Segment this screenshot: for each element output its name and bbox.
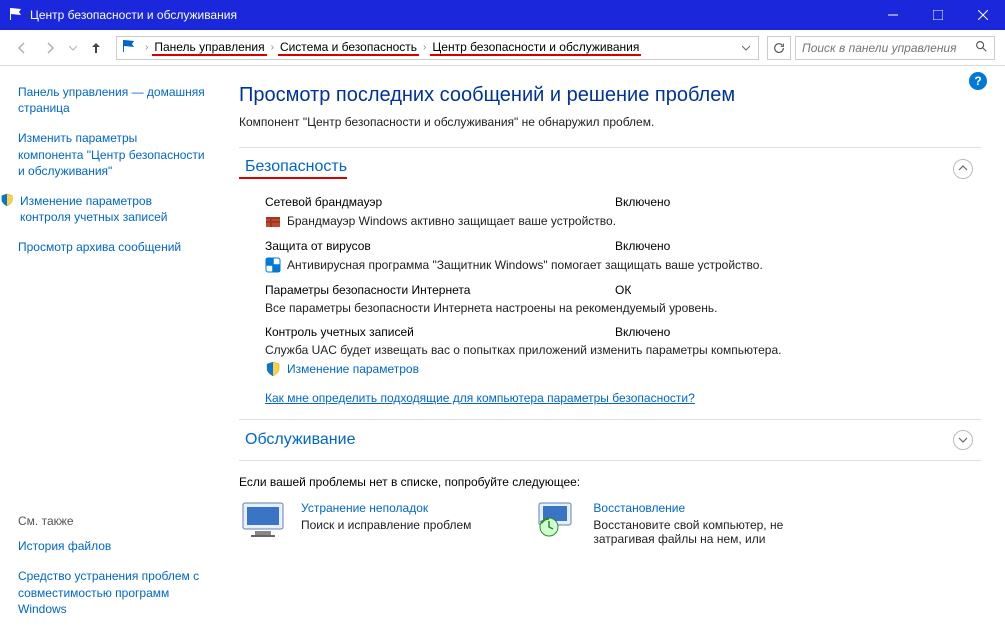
window-title: Центр безопасности и обслуживания [30, 8, 870, 22]
address-dropdown[interactable] [738, 41, 754, 55]
page-title: Просмотр последних сообщений и решение п… [239, 84, 981, 107]
chevron-right-icon[interactable]: › [141, 42, 152, 53]
item-label: Контроль учетных записей [265, 325, 615, 339]
up-button[interactable] [84, 36, 108, 60]
shield-icon [265, 361, 281, 377]
breadcrumb-item-0[interactable]: Панель управления [152, 40, 266, 56]
item-desc-text: Брандмауэр Windows активно защищает ваше… [287, 214, 616, 228]
minimize-button[interactable] [870, 0, 915, 30]
item-status: Включено [615, 195, 670, 209]
item-status: Включено [615, 325, 670, 339]
expand-icon[interactable] [953, 430, 973, 450]
security-item-internet: Параметры безопасности Интернета ОК Все … [265, 283, 981, 315]
item-desc-text: Антивирусная программа "Защитник Windows… [287, 258, 763, 272]
item-label: Защита от вирусов [265, 239, 615, 253]
address-bar: › Панель управления › Система и безопасн… [0, 30, 1005, 66]
sidebar: Панель управления — домашняя страница Из… [0, 66, 215, 631]
recent-dropdown[interactable] [66, 36, 80, 60]
item-label: Сетевой брандмауэр [265, 195, 615, 209]
firewall-icon [265, 213, 281, 229]
security-item-firewall: Сетевой брандмауэр Включено Брандмауэр W… [265, 195, 981, 229]
forward-button[interactable] [38, 36, 62, 60]
address-box[interactable]: › Панель управления › Система и безопасн… [116, 36, 759, 60]
item-status: ОК [615, 283, 631, 297]
search-icon[interactable] [974, 39, 988, 56]
security-item-uac: Контроль учетных записей Включено Служба… [265, 325, 981, 377]
back-button[interactable] [10, 36, 34, 60]
action-recovery[interactable]: Восстановление Восстановите свой компьют… [531, 501, 793, 546]
collapse-icon[interactable] [953, 159, 973, 179]
uac-change-params-link[interactable]: Изменение параметров [287, 362, 419, 376]
sidebar-seealso-file-history[interactable]: История файлов [18, 538, 205, 554]
action-troubleshooting[interactable]: Устранение неполадок Поиск и исправление… [239, 501, 471, 546]
help-icon[interactable]: ? [969, 72, 987, 90]
sidebar-link-home[interactable]: Панель управления — домашняя страница [18, 84, 205, 116]
action-desc: Поиск и исправление проблем [301, 518, 471, 532]
item-label: Параметры безопасности Интернета [265, 283, 615, 297]
breadcrumb-item-1[interactable]: Система и безопасность [278, 40, 419, 56]
shield-icon [0, 193, 14, 225]
chevron-right-icon[interactable]: › [419, 42, 430, 53]
close-button[interactable] [960, 0, 1005, 30]
breadcrumb-item-2[interactable]: Центр безопасности и обслуживания [430, 40, 641, 56]
refresh-button[interactable] [767, 36, 791, 60]
item-status: Включено [615, 239, 670, 253]
section-security-title: Безопасность [239, 158, 347, 179]
sidebar-link-uac[interactable]: Изменение параметров контроля учетных за… [18, 193, 205, 225]
troubleshoot-icon [239, 501, 287, 539]
action-desc: Восстановите свой компьютер, не затрагив… [593, 518, 793, 546]
main-content: ? Просмотр последних сообщений и решение… [215, 66, 1005, 631]
section-security-header[interactable]: Безопасность [239, 147, 981, 189]
section-maintenance-header[interactable]: Обслуживание [239, 419, 981, 461]
security-item-antivirus: Защита от вирусов Включено Антивирусная … [265, 239, 981, 273]
location-icon [121, 38, 137, 57]
sidebar-seealso-compat[interactable]: Средство устранения проблем с совместимо… [18, 568, 205, 617]
security-help-link[interactable]: Как мне определить подходящие для компью… [265, 391, 695, 405]
defender-icon [265, 257, 281, 273]
footer-text: Если вашей проблемы нет в списке, попроб… [239, 475, 981, 489]
search-input[interactable] [802, 41, 974, 55]
page-subtext: Компонент "Центр безопасности и обслужив… [239, 115, 981, 129]
see-also-header: См. также [18, 514, 205, 528]
item-desc-text: Служба UAC будет извещать вас о попытках… [265, 343, 781, 357]
sidebar-link-change-settings[interactable]: Изменить параметры компонента "Центр без… [18, 130, 205, 179]
action-label[interactable]: Устранение неполадок [301, 501, 471, 515]
maximize-button[interactable] [915, 0, 960, 30]
search-box[interactable] [795, 36, 995, 60]
section-maintenance-title: Обслуживание [239, 431, 953, 449]
recovery-icon [531, 501, 579, 539]
chevron-right-icon[interactable]: › [267, 42, 278, 53]
item-desc-text: Все параметры безопасности Интернета нас… [265, 301, 717, 315]
action-label[interactable]: Восстановление [593, 501, 793, 515]
titlebar: Центр безопасности и обслуживания [0, 0, 1005, 30]
flag-icon [8, 6, 24, 25]
sidebar-link-archive[interactable]: Просмотр архива сообщений [18, 239, 205, 255]
